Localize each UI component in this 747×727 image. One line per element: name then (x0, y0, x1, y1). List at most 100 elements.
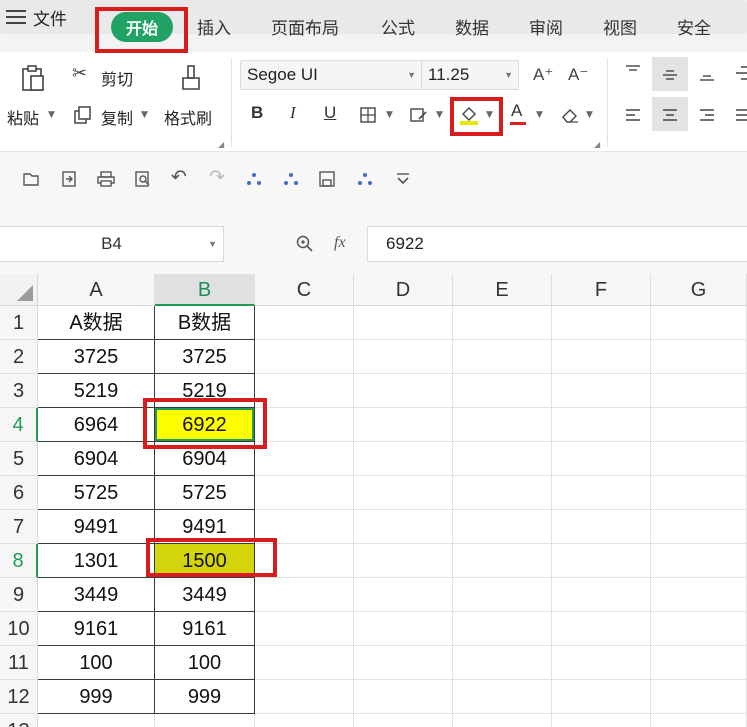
align-center-button[interactable] (652, 97, 688, 131)
column-header-e[interactable]: E (453, 274, 552, 306)
cell-d4[interactable] (354, 408, 453, 442)
cell-d2[interactable] (354, 340, 453, 374)
sort-ascending-icon[interactable] (245, 171, 263, 187)
cell-a7[interactable]: 9491 (38, 510, 155, 544)
cell-a9[interactable]: 3449 (38, 578, 155, 612)
brush-icon[interactable] (180, 64, 202, 92)
cell-a2[interactable]: 3725 (38, 340, 155, 374)
column-header-c[interactable]: C (255, 274, 354, 306)
cell-g11[interactable] (651, 646, 747, 680)
cell-f2[interactable] (552, 340, 651, 374)
cell-b9[interactable]: 3449 (155, 578, 255, 612)
cell-e6[interactable] (453, 476, 552, 510)
cell-g7[interactable] (651, 510, 747, 544)
cell-style-icon[interactable] (410, 107, 428, 123)
save-icon[interactable] (319, 171, 335, 187)
customize-toolbar-icon[interactable] (395, 171, 411, 187)
copy-icon[interactable] (74, 106, 92, 124)
cell-g9[interactable] (651, 578, 747, 612)
row-header[interactable]: 3 (0, 374, 38, 408)
tab-review[interactable]: 审阅 (529, 14, 563, 39)
clipboard-icon[interactable] (20, 64, 46, 92)
select-all-button[interactable] (0, 274, 38, 306)
cell-e4[interactable] (453, 408, 552, 442)
cell-a5[interactable]: 6904 (38, 442, 155, 476)
wrap-text-icon[interactable] (735, 65, 747, 81)
row-header[interactable]: 13 (0, 714, 38, 727)
cell-d8[interactable] (354, 544, 453, 578)
cell-a13[interactable] (38, 714, 155, 727)
cell-b13[interactable] (155, 714, 255, 727)
cell-c10[interactable] (255, 612, 354, 646)
cell-f4[interactable] (552, 408, 651, 442)
grow-font-button[interactable]: A⁺ (533, 65, 553, 85)
align-bottom-icon[interactable] (699, 68, 715, 82)
cell-g6[interactable] (651, 476, 747, 510)
cell-e10[interactable] (453, 612, 552, 646)
align-right-icon[interactable] (699, 108, 715, 122)
cell-g2[interactable] (651, 340, 747, 374)
column-header-b[interactable]: B (155, 274, 255, 306)
cell-f11[interactable] (552, 646, 651, 680)
cell-e13[interactable] (453, 714, 552, 727)
cell-a6[interactable]: 5725 (38, 476, 155, 510)
row-header[interactable]: 11 (0, 646, 38, 680)
print-preview-icon[interactable] (135, 171, 151, 187)
cell-d1[interactable] (354, 306, 453, 340)
justify-icon[interactable] (735, 108, 747, 122)
name-box[interactable]: B4 ▼ (0, 226, 224, 262)
cell-d3[interactable] (354, 374, 453, 408)
cell-b1[interactable]: B数据 (155, 306, 255, 340)
cell-d13[interactable] (354, 714, 453, 727)
column-header-g[interactable]: G (651, 274, 747, 306)
tab-insert[interactable]: 插入 (197, 14, 231, 39)
row-header[interactable]: 6 (0, 476, 38, 510)
cell-c2[interactable] (255, 340, 354, 374)
cell-b10[interactable]: 9161 (155, 612, 255, 646)
filter-icon[interactable] (356, 171, 374, 187)
cell-e2[interactable] (453, 340, 552, 374)
row-header[interactable]: 2 (0, 340, 38, 374)
cell-e3[interactable] (453, 374, 552, 408)
cell-f3[interactable] (552, 374, 651, 408)
cell-d10[interactable] (354, 612, 453, 646)
paste-dropdown-icon[interactable]: ▼ (48, 110, 55, 120)
row-header[interactable]: 4 (0, 408, 38, 442)
tab-data[interactable]: 数据 (455, 14, 489, 39)
font-size-select[interactable]: 11.25 ▼ (421, 60, 519, 90)
cell-d5[interactable] (354, 442, 453, 476)
cell-b11[interactable]: 100 (155, 646, 255, 680)
cell-f6[interactable] (552, 476, 651, 510)
export-icon[interactable] (61, 171, 77, 187)
print-icon[interactable] (97, 171, 115, 187)
row-header[interactable]: 10 (0, 612, 38, 646)
row-header[interactable]: 12 (0, 680, 38, 714)
column-header-a[interactable]: A (38, 274, 155, 306)
open-folder-icon[interactable] (23, 171, 41, 187)
tab-formulas[interactable]: 公式 (381, 14, 415, 39)
cell-d11[interactable] (354, 646, 453, 680)
redo-icon[interactable]: ↷ (209, 166, 225, 188)
cell-g1[interactable] (651, 306, 747, 340)
font-name-select[interactable]: Segoe UI ▼ (240, 60, 422, 90)
cell-c1[interactable] (255, 306, 354, 340)
cell-g8[interactable] (651, 544, 747, 578)
cell-b2[interactable]: 3725 (155, 340, 255, 374)
align-middle-button[interactable] (652, 57, 688, 91)
magnifier-icon[interactable] (296, 235, 314, 253)
undo-icon[interactable]: ↶ (171, 166, 187, 188)
sort-descending-icon[interactable] (282, 171, 300, 187)
cell-b6[interactable]: 5725 (155, 476, 255, 510)
clear-dropdown-icon[interactable]: ▼ (586, 110, 593, 120)
tab-view[interactable]: 视图 (603, 14, 637, 39)
cell-c11[interactable] (255, 646, 354, 680)
cell-g3[interactable] (651, 374, 747, 408)
cell-d9[interactable] (354, 578, 453, 612)
font-group-launcher-icon[interactable]: ◢ (594, 140, 600, 149)
column-header-d[interactable]: D (354, 274, 453, 306)
cell-g10[interactable] (651, 612, 747, 646)
cell-g13[interactable] (651, 714, 747, 727)
cell-e7[interactable] (453, 510, 552, 544)
cell-a11[interactable]: 100 (38, 646, 155, 680)
cell-c12[interactable] (255, 680, 354, 714)
